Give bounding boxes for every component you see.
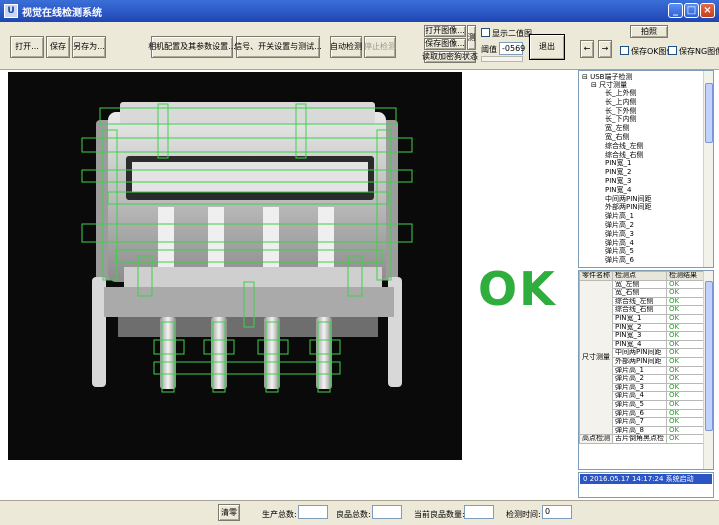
signal-settings-button[interactable]: 信号、开关设置与测试... [234,36,322,58]
grid-point-cell: 弹片高_5 [612,399,667,410]
tree-item[interactable]: 宽_左侧 [605,124,630,132]
grid-point-cell: 宽_左侧 [612,279,667,290]
grid-point-cell: 弹片高_2 [612,374,667,384]
save-ng-label: 保存NG图像 [679,47,719,56]
inspection-image[interactable] [8,72,462,460]
capture-button[interactable]: 拍照 [630,25,668,38]
tree-item[interactable]: PIN宽_1 [605,159,631,167]
tree-item[interactable]: 长_下外侧 [605,107,637,115]
tree-item[interactable]: 宽_右侧 [605,133,630,141]
total-count-field [298,505,328,519]
tree-item[interactable]: 弹片高_2 [605,221,634,229]
tree-item[interactable]: 长_上内侧 [605,98,637,106]
close-button[interactable]: × [700,3,715,18]
grid-point-cell: 外部两PIN间距 [612,356,667,367]
tree-item[interactable]: 弹片高_1 [605,212,634,220]
status-bar: 清零 生产总数: 良品总数: 当前良品数量: 检测时间: 0 [0,500,719,525]
threshold-input[interactable]: -0569 [499,42,525,55]
table-row[interactable]: 高点检测 舌片倒角黑点检 OK [579,434,709,444]
usb-connector-image [81,102,413,393]
tree-item[interactable]: 弹片高_3 [605,230,634,238]
save-button[interactable]: 保存 [46,36,70,58]
log-entry[interactable]: 0 2016.05.17 14:17:24 系统启动 [580,474,712,484]
grid-point-cell: 弹片高_6 [612,408,667,419]
minimize-button[interactable]: _ [668,3,683,18]
auto-detect-button[interactable]: 自动检测 [330,36,362,58]
tree-item[interactable]: 长_上外侧 [605,89,637,97]
grid-point-cell: 弹片高_1 [612,365,667,376]
window-title: 视觉在线检测系统 [22,8,102,19]
grid-point-cell: PIN宽_2 [612,322,667,333]
grid-scrollbar[interactable] [703,271,713,469]
tree-scrollbar[interactable] [703,71,713,267]
grid-header-part: 零件名称 [579,271,613,281]
maximize-button[interactable]: □ [684,3,699,18]
stop-detect-button[interactable]: 停止检测 [364,36,396,58]
open-image-button[interactable]: 打开图像... [424,25,466,37]
tree-item[interactable]: 综合线_左侧 [605,142,644,150]
save-ng-checkbox[interactable] [668,46,677,55]
open-button[interactable]: 打开... [10,36,44,58]
threshold-label: 阈值 [481,45,497,54]
grid-point-cell: PIN宽_3 [612,331,667,341]
grid-category-cell: 高点检测 [579,434,613,444]
grid-point-cell: 弹片高_4 [612,391,667,401]
grid-category-cell: 尺寸测量 [579,279,613,436]
toolbar: 打开... 保存 另存为... 相机配置及其参数设置... 信号、开关设置与测试… [0,22,719,70]
save-as-button[interactable]: 另存为... [72,36,106,58]
tree-group[interactable]: ⊟ 尺寸测量 [591,81,627,89]
app-icon: U [4,4,18,18]
result-ok-text: OK [478,262,557,316]
inspection-tree[interactable]: ⊟ USB端子检测 ⊟ 尺寸测量 长_上外侧 长_上内侧 长_下外侧 长_下内侧 宽_左… [578,70,714,268]
grid-point-cell: 舌片倒角黑点检 [612,434,667,444]
total-count-label: 生产总数: [262,510,297,519]
grid-point-cell: 宽_右侧 [612,288,667,298]
good-count-label: 良品总数: [336,510,371,519]
current-good-field [464,505,494,519]
result-grid[interactable]: 零件名称 检测点 检测结果 尺寸测量 宽_左侧 OK 宽_右侧 OK 综合线_左侧 OK 综合… [578,270,714,470]
grid-point-cell: 综合线_左侧 [612,296,667,307]
clear-counts-button[interactable]: 清零 [218,504,240,521]
tree-item[interactable]: 外部两PIN间距 [605,203,652,211]
show-binary-label: 显示二值图 [492,29,532,38]
tree-item[interactable]: 弹片高_4 [605,239,634,247]
grid-point-cell: PIN宽_1 [612,313,667,324]
detect-time-field: 0 [542,505,572,519]
read-dongle-button[interactable]: 读取加密狗状态 [422,51,478,63]
save-image-button[interactable]: 保存图像... [424,38,466,50]
grid-header-point: 检测点 [612,271,667,281]
grid-point-cell: 中间两PIN间距 [612,348,667,358]
detect-time-label: 检测时间: [506,510,541,519]
exit-button[interactable]: 退出 [529,34,565,60]
tree-item[interactable]: PIN宽_2 [605,168,631,176]
grid-point-cell: 弹片高_8 [612,425,667,436]
good-count-field [372,505,402,519]
grid-point-cell: 综合线_右侧 [612,305,667,315]
camera-config-button[interactable]: 相机配置及其参数设置... [148,36,236,58]
show-binary-checkbox[interactable] [481,28,490,37]
title-bar: U 视觉在线检测系统 _ □ × [0,0,719,22]
tree-root[interactable]: ⊟ USB端子检测 [582,73,632,81]
threshold-slider[interactable] [481,56,523,62]
tree-item[interactable]: PIN宽_4 [605,186,631,194]
log-list[interactable]: 0 2016.05.17 14:17:24 系统启动 [578,472,714,498]
tree-item[interactable]: 长_下内侧 [605,115,637,123]
tree-item[interactable]: PIN宽_3 [605,177,631,185]
tree-item[interactable]: 弹片高_5 [605,247,634,255]
current-good-label: 当前良品数量: [414,510,465,519]
tree-scroll-thumb[interactable] [705,83,713,143]
save-ok-checkbox[interactable] [620,46,629,55]
grid-scroll-thumb[interactable] [705,281,713,431]
next-image-button[interactable]: → [598,40,612,58]
grid-point-cell: 弹片高_3 [612,382,667,393]
tree-item[interactable]: 中间两PIN间距 [605,195,652,203]
tree-item[interactable]: 综合线_右侧 [605,151,644,159]
tree-item[interactable]: 弹片高_6 [605,256,634,264]
grid-point-cell: PIN宽_4 [612,339,667,350]
test-side-button[interactable]: 测 [467,25,476,50]
prev-image-button[interactable]: ← [580,40,594,58]
table-row[interactable]: 尺寸测量 宽_左侧 OK [579,279,709,436]
grid-point-cell: 弹片高_7 [612,417,667,427]
